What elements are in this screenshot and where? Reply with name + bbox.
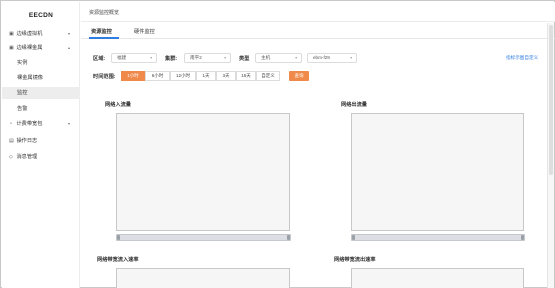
sidebar-item-edge-bare-metal[interactable]: ▣ 边缘裸金属 ▴ [2, 42, 80, 54]
chevron-down-icon: ▾ [150, 56, 152, 60]
instance-select[interactable]: ebm-f29 ▾ [307, 53, 357, 63]
in-bandwidth-chart [116, 268, 290, 288]
sidebar-item-monitoring[interactable]: 监控 [2, 87, 80, 99]
tab-bar: 资源监控 硬件监控 [81, 23, 555, 39]
tab-resource-monitoring[interactable]: 资源监控 [91, 28, 112, 35]
sidebar-item-label: 操作日志 [16, 138, 38, 144]
sidebar-item-messages[interactable]: ◇ 消息管理 [2, 151, 80, 163]
message-icon: ◇ [9, 154, 13, 160]
type-label: 类型 [239, 56, 250, 62]
breadcrumb: 资源监控概览 [89, 10, 120, 16]
region-label: 区域: [93, 56, 106, 62]
out-traffic-chart [351, 113, 524, 231]
sidebar-item-label: 消息管理 [16, 154, 38, 160]
in-traffic-zoom-slider[interactable] [116, 234, 291, 241]
chevron-down-icon: ▾ [67, 121, 70, 126]
type-select[interactable]: 主机 ▾ [255, 53, 302, 63]
cluster-select[interactable]: 南平2 ▾ [184, 53, 231, 63]
chevron-down-icon: ▾ [295, 56, 297, 60]
sidebar-item-label: 边缘虚拟机 [16, 31, 43, 37]
query-button[interactable]: 查询 [289, 71, 309, 81]
logo: EECDN [28, 12, 54, 19]
time-option-3d[interactable]: 3天 [216, 71, 236, 81]
monitor-icon: ▣ [9, 31, 14, 37]
billing-icon: ◔ [9, 121, 13, 127]
chevron-down-icon: ▾ [350, 56, 352, 60]
time-option-custom[interactable]: 自定义 [256, 71, 280, 81]
time-option-1h[interactable]: 1小时 [121, 71, 145, 81]
time-range-label: 时间范围: [93, 74, 116, 80]
slider-handle-right[interactable] [521, 235, 524, 240]
chevron-down-icon: ▾ [67, 31, 70, 36]
panel-title-out-traffic: 网络出流量 [341, 102, 367, 108]
server-icon: ▣ [9, 45, 14, 51]
panel-title-out-bandwidth: 网络带宽流出速率 [334, 257, 376, 263]
time-option-12h[interactable]: 12小时 [170, 71, 196, 81]
sidebar-item-billing-bandwidth[interactable]: ◔ 计费带宽包 ▾ [2, 118, 80, 130]
chevron-up-icon: ▴ [67, 45, 70, 50]
log-icon: ▤ [9, 138, 14, 144]
active-tab-indicator [89, 37, 119, 39]
slider-handle-right[interactable] [287, 235, 290, 240]
app-window: EECDN ▣ 边缘虚拟机 ▾ ▣ 边缘裸金属 ▴ 实例 裸金属镜像 监控 告警… [0, 0, 555, 288]
time-option-1d[interactable]: 1天 [196, 71, 216, 81]
cluster-select-value: 南平2 [190, 55, 202, 60]
header: 资源监控概览 [81, 2, 555, 22]
region-select-value: 福建 [117, 55, 127, 60]
panel-title-in-bandwidth: 网络带宽流入速率 [97, 257, 139, 263]
region-select[interactable]: 福建 ▾ [111, 53, 157, 63]
page-scrollbar[interactable] [547, 23, 554, 288]
sidebar-item-operation-logs[interactable]: ▤ 操作日志 [2, 135, 80, 147]
sidebar-item-label: 计费带宽包 [16, 121, 43, 127]
chevron-down-icon: ▾ [224, 56, 226, 60]
sidebar-item-label: 边缘裸金属 [16, 45, 43, 51]
time-option-6h[interactable]: 6小时 [145, 71, 170, 81]
cluster-label: 集群: [165, 56, 178, 62]
slider-handle-left[interactable] [352, 235, 355, 240]
tab-hardware-monitoring[interactable]: 硬件监控 [134, 28, 155, 35]
sidebar: EECDN ▣ 边缘虚拟机 ▾ ▣ 边缘裸金属 ▴ 实例 裸金属镜像 监控 告警… [2, 2, 80, 288]
out-traffic-zoom-slider[interactable] [351, 234, 525, 241]
sidebar-item-edge-vm[interactable]: ▣ 边缘虚拟机 ▾ [2, 28, 80, 40]
slider-handle-left[interactable] [117, 235, 120, 240]
instance-select-value: ebm-f29 [313, 55, 330, 60]
sidebar-item-bare-metal-images[interactable]: 裸金属镜像 [2, 72, 80, 84]
sidebar-item-alerts[interactable]: 告警 [2, 103, 80, 115]
type-select-value: 主机 [261, 55, 271, 60]
out-bandwidth-chart [351, 268, 524, 288]
custom-metrics-link[interactable]: 指标示图自定义 [506, 55, 538, 61]
sidebar-item-instances[interactable]: 实例 [2, 57, 80, 69]
time-option-15d[interactable]: 15天 [236, 71, 256, 81]
page-scrollbar-thumb[interactable] [549, 25, 553, 175]
panel-title-in-traffic: 网络入流量 [105, 102, 131, 108]
in-traffic-chart [116, 113, 290, 231]
